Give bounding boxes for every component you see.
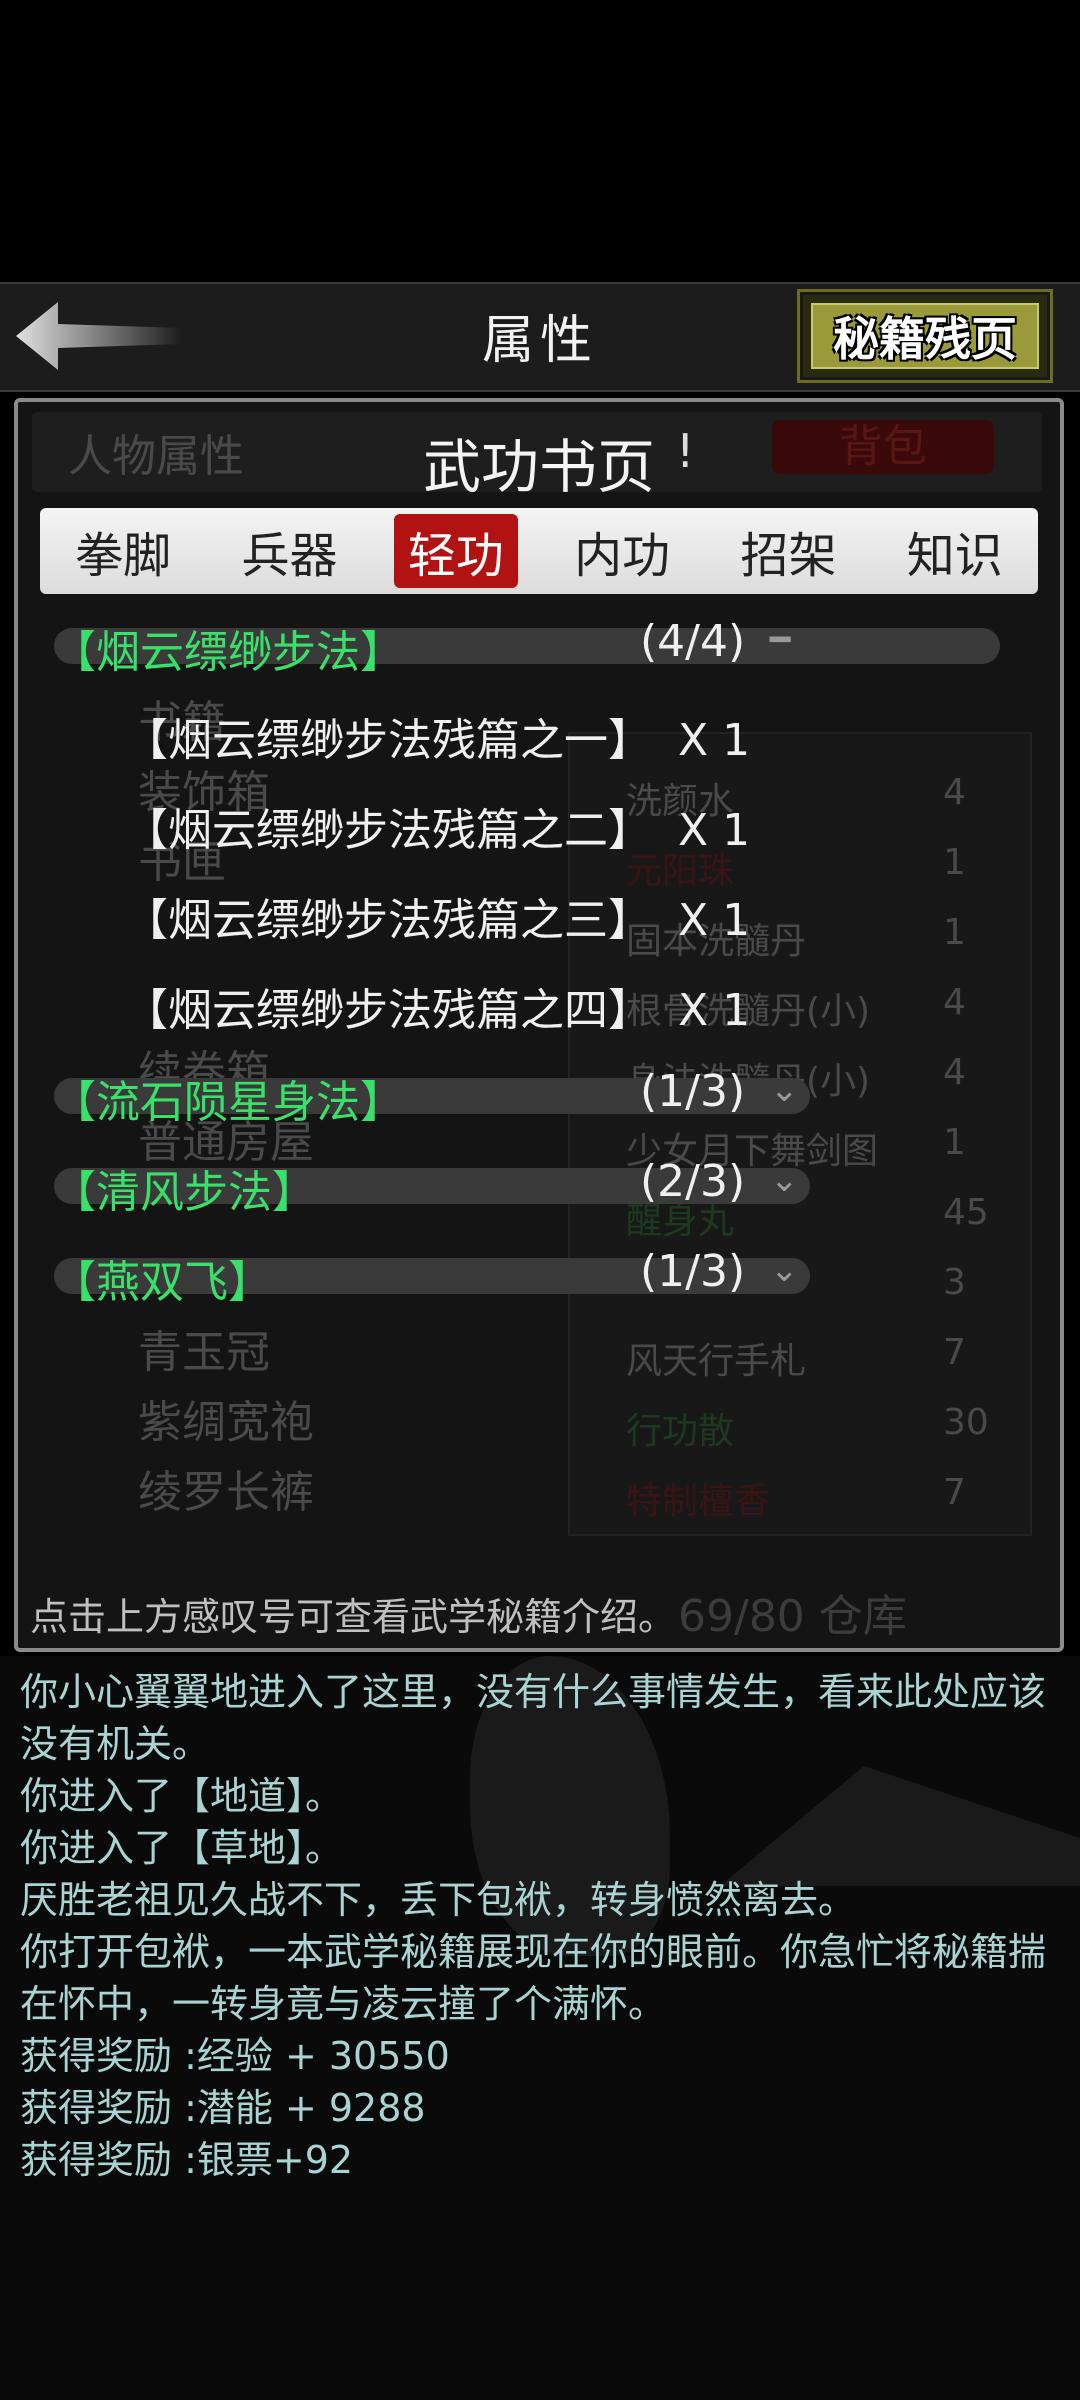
group-count: (1/3) bbox=[640, 1066, 746, 1117]
expand-chevron-icon[interactable]: ⌄ bbox=[770, 1160, 799, 1200]
bg-equip-6: 紫绸宽袍 bbox=[138, 1397, 314, 1448]
log-text: 你小心翼翼地进入了这里，没有什么事情发生，看来此处应该没有机关。 你进入了【地道… bbox=[20, 1666, 1060, 2186]
fragments-button-label: 秘籍残页 bbox=[811, 303, 1039, 369]
bg-inv-count-5: 1 bbox=[943, 1122, 966, 1163]
bg-inv-count-6: 45 bbox=[943, 1192, 989, 1233]
group-name: 【流石陨星身法】 bbox=[52, 1077, 404, 1128]
tab-knowledge[interactable]: 知识 bbox=[893, 514, 1017, 588]
bg-inv-count-1: 1 bbox=[943, 842, 966, 883]
tab-weapon[interactable]: 兵器 bbox=[227, 514, 351, 588]
tab-inner[interactable]: 内功 bbox=[560, 514, 684, 588]
expand-chevron-icon[interactable]: ⌄ bbox=[770, 1250, 799, 1290]
fragment-item: 【烟云缥缈步法残篇之三】 X 1 bbox=[124, 895, 751, 946]
modal-title: 武功书页 bbox=[422, 433, 655, 501]
log-line: 你进入了【地道】。 bbox=[20, 1774, 344, 1818]
group-count: (2/3) bbox=[640, 1156, 746, 1207]
log-line: 获得奖励 :银票+92 bbox=[20, 2138, 354, 2182]
main-panel: 人物属性 背包 书籍 装饰箱 书匣 续卷箱 普通房屋 青玉冠 紫绸宽袍 绫罗长裤… bbox=[14, 398, 1064, 1652]
log-line: 获得奖励 :经验 + 30550 bbox=[20, 2034, 450, 2078]
bg-capacity: 69/80 仓库 bbox=[678, 1591, 907, 1642]
bg-inv-count-9: 30 bbox=[943, 1402, 989, 1443]
message-log: 你小心翼翼地进入了这里，没有什么事情发生，看来此处应该没有机关。 你进入了【地道… bbox=[0, 1656, 1080, 2400]
bg-inv-count-2: 1 bbox=[943, 912, 966, 953]
tab-lightness[interactable]: 轻功 bbox=[393, 514, 518, 588]
group-count: (4/4) bbox=[640, 616, 746, 667]
bg-inv-count-4: 4 bbox=[943, 1052, 966, 1093]
top-bar: 属性 秘籍残页 bbox=[0, 282, 1080, 392]
bg-inv-name-10: 特制檀香 bbox=[626, 1481, 771, 1522]
skill-type-tabs: 拳脚 兵器 轻功 内功 招架 知识 bbox=[40, 508, 1038, 594]
tab-parry[interactable]: 招架 bbox=[726, 514, 850, 588]
log-line: 厌胜老祖见久战不下，丢下包袱，转身愤然离去。 bbox=[20, 1878, 857, 1922]
log-line: 你小心翼翼地进入了这里，没有什么事情发生，看来此处应该没有机关。 bbox=[20, 1670, 1047, 1766]
group-count: (1/3) bbox=[640, 1246, 746, 1297]
bg-inv-count-0: 4 bbox=[943, 772, 966, 813]
fragments-button[interactable]: 秘籍残页 bbox=[797, 289, 1053, 383]
bg-inv-count-7: 3 bbox=[943, 1262, 966, 1303]
expand-chevron-icon[interactable]: ⌄ bbox=[770, 1070, 799, 1110]
log-line: 你打开包袱，一本武学秘籍展现在你的眼前。你急忙将秘籍揣在怀中，一转身竟与凌云撞了… bbox=[20, 1930, 1047, 2026]
info-exclamation-icon[interactable]: ! bbox=[676, 424, 694, 478]
fragment-item: 【烟云缥缈步法残篇之一】 X 1 bbox=[124, 715, 751, 766]
bg-inv-name-8: 风天行手札 bbox=[626, 1341, 807, 1382]
collapse-icon[interactable]: ━ bbox=[770, 620, 790, 660]
hint-text: 点击上方感叹号可查看武学秘籍介绍。 bbox=[30, 1595, 677, 1639]
log-line: 获得奖励 :潜能 + 9288 bbox=[20, 2086, 426, 2130]
tab-fist[interactable]: 拳脚 bbox=[61, 514, 185, 588]
bg-equip-5: 青玉冠 bbox=[138, 1327, 270, 1378]
bg-inv-name-9: 行功散 bbox=[626, 1411, 735, 1452]
group-name: 【清风步法】 bbox=[52, 1167, 316, 1218]
fragment-item: 【烟云缥缈步法残篇之四】 X 1 bbox=[124, 985, 751, 1036]
bg-inv-count-3: 4 bbox=[943, 982, 966, 1023]
group-name: 【燕双飞】 bbox=[52, 1257, 272, 1308]
bg-inv-count-10: 7 bbox=[943, 1472, 966, 1513]
group-name: 【烟云缥缈步法】 bbox=[52, 627, 404, 678]
bg-equip-7: 绫罗长裤 bbox=[138, 1467, 314, 1518]
log-line: 你进入了【草地】。 bbox=[20, 1826, 344, 1870]
bg-inv-count-8: 7 bbox=[943, 1332, 966, 1373]
fragment-item: 【烟云缥缈步法残篇之二】 X 1 bbox=[124, 805, 751, 856]
